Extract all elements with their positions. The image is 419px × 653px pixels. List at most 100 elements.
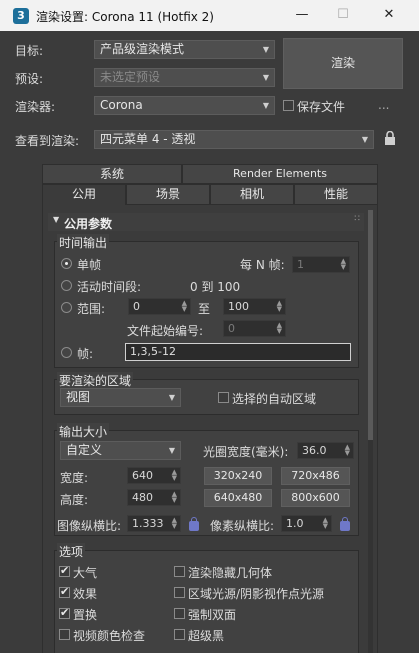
video-check-label: 视频颜色检查: [73, 629, 146, 643]
pixel-aspect-spinner[interactable]: 1.0 ▲ ▼: [281, 515, 332, 532]
spinner-arrows-icon: ▲ ▼: [276, 321, 282, 335]
time-output-title: 时间输出: [57, 234, 110, 251]
options-title: 选项: [57, 543, 86, 560]
range-radio[interactable]: [61, 302, 72, 313]
lock-icon[interactable]: [340, 517, 350, 531]
renderer-value: Corona: [100, 98, 143, 112]
pixel-aspect-label: 像素纵横比:: [210, 519, 275, 533]
every-n-spinner[interactable]: 1 ▲ ▼: [292, 256, 350, 273]
collapse-icon: ▼: [53, 215, 60, 224]
renderer-dropdown[interactable]: Corona ▼: [94, 96, 275, 115]
frames-label: 帧:: [77, 347, 94, 361]
width-label: 宽度:: [60, 471, 89, 485]
close-button[interactable]: ✕: [366, 0, 412, 31]
displacement-checkbox[interactable]: [59, 606, 70, 619]
maximize-button[interactable]: ☐: [320, 0, 366, 31]
preset-value: 未选定预设: [100, 70, 161, 84]
tab-performance[interactable]: 性能: [294, 184, 378, 205]
tab-render-elements[interactable]: Render Elements: [182, 164, 378, 184]
area-lights-checkbox[interactable]: [174, 587, 185, 598]
chevron-down-icon: ▼: [168, 393, 175, 402]
rollout-header[interactable]: ▼ 公用参数 ∷: [48, 213, 364, 231]
range-from-value: 0: [133, 300, 140, 313]
height-value: 480: [132, 491, 153, 504]
force-2side-checkbox[interactable]: [174, 608, 185, 619]
lock-icon[interactable]: [384, 131, 396, 146]
single-frame-label: 单帧: [77, 258, 102, 272]
more-button[interactable]: ...: [378, 98, 389, 112]
aperture-value: 36.0: [302, 444, 327, 457]
target-label: 目标:: [15, 44, 44, 58]
chevron-down-icon: ▼: [361, 135, 368, 144]
save-file-checkbox[interactable]: [283, 100, 294, 111]
spinner-arrows-icon: ▲ ▼: [340, 257, 346, 271]
frames-radio[interactable]: [61, 347, 72, 358]
preset-640x480-button[interactable]: 640x480: [204, 489, 272, 507]
image-aspect-label: 图像纵横比:: [57, 519, 122, 533]
force-2side-label: 强制双面: [188, 608, 237, 622]
view-dropdown[interactable]: 四元菜单 4 - 透视 ▼: [94, 130, 374, 149]
preset-800x600-button[interactable]: 800x600: [281, 489, 350, 507]
chevron-down-icon: ▼: [262, 45, 269, 54]
target-dropdown[interactable]: 产品级渲染模式 ▼: [94, 40, 275, 59]
tab-camera[interactable]: 相机: [210, 184, 294, 205]
aperture-spinner[interactable]: 36.0 ▲ ▼: [297, 442, 354, 459]
width-spinner[interactable]: 640 ▲ ▼: [127, 467, 181, 484]
app-icon: 3: [13, 8, 29, 24]
frames-input[interactable]: 1,3,5-12: [125, 343, 351, 361]
scrollbar-thumb[interactable]: [368, 210, 373, 440]
auto-region-checkbox[interactable]: [218, 392, 229, 403]
target-value: 产品级渲染模式: [100, 42, 185, 56]
super-black-checkbox[interactable]: [174, 629, 185, 640]
render-button[interactable]: 渲染: [283, 38, 403, 89]
size-preset-dropdown[interactable]: 自定义 ▼: [60, 441, 181, 460]
range-to-value: 100: [228, 300, 249, 313]
lock-icon[interactable]: [189, 517, 199, 531]
pixel-aspect-value: 1.0: [286, 517, 304, 530]
preset-dropdown[interactable]: 未选定预设 ▼: [94, 68, 275, 87]
active-segment-radio[interactable]: [61, 280, 72, 291]
range-from-spinner[interactable]: 0 ▲ ▼: [128, 298, 191, 315]
render-hidden-checkbox[interactable]: [174, 566, 185, 577]
title-bar: 3 渲染设置: Corona 11 (Hotfix 2) — ☐ ✕: [0, 0, 419, 31]
tab-scene[interactable]: 场景: [126, 184, 210, 205]
area-lights-label: 区域光源/阴影视作点光源: [188, 587, 325, 601]
every-n-value: 1: [297, 258, 304, 271]
preset-720x486-button[interactable]: 720x486: [281, 467, 350, 485]
file-start-value: 0: [228, 322, 235, 335]
minimize-button[interactable]: —: [279, 0, 325, 31]
auto-region-label: 选择的自动区域: [232, 392, 317, 406]
chevron-down-icon: ▼: [168, 446, 175, 455]
render-area-dropdown[interactable]: 视图 ▼: [60, 388, 181, 407]
range-to-label: 至: [198, 302, 211, 316]
spinner-arrows-icon: ▲ ▼: [181, 299, 187, 313]
single-frame-radio[interactable]: [61, 258, 72, 269]
effects-checkbox[interactable]: [59, 585, 70, 598]
atmosphere-checkbox[interactable]: [59, 564, 70, 577]
rollout-title: 公用参数: [64, 217, 113, 231]
spinner-arrows-icon: ▲ ▼: [171, 468, 177, 482]
tab-system[interactable]: 系统: [42, 164, 182, 184]
window-title: 渲染设置: Corona 11 (Hotfix 2): [36, 10, 214, 24]
image-aspect-spinner[interactable]: 1.333 ▲ ▼: [127, 515, 181, 532]
render-hidden-label: 渲染隐藏几何体: [188, 566, 273, 580]
spinner-arrows-icon: ▲ ▼: [171, 516, 177, 530]
range-label: 范围:: [77, 302, 106, 316]
range-to-spinner[interactable]: 100 ▲ ▼: [223, 298, 286, 315]
spinner-arrows-icon: ▲ ▼: [276, 299, 282, 313]
height-spinner[interactable]: 480 ▲ ▼: [127, 489, 181, 506]
every-n-label: 每 N 帧:: [240, 258, 285, 272]
tab-common[interactable]: 公用: [42, 184, 126, 205]
displacement-label: 置换: [73, 608, 98, 622]
height-label: 高度:: [60, 493, 89, 507]
preset-320x240-button[interactable]: 320x240: [204, 467, 272, 485]
preset-label: 预设:: [15, 72, 44, 86]
file-start-label: 文件起始编号:: [127, 324, 204, 338]
video-check-checkbox[interactable]: [59, 629, 70, 640]
atmosphere-label: 大气: [73, 566, 98, 580]
width-value: 640: [132, 469, 153, 482]
size-preset-value: 自定义: [66, 443, 103, 457]
file-start-spinner[interactable]: 0 ▲ ▼: [223, 320, 286, 337]
super-black-label: 超级黑: [188, 629, 225, 643]
active-segment-label: 活动时间段:: [77, 280, 142, 294]
